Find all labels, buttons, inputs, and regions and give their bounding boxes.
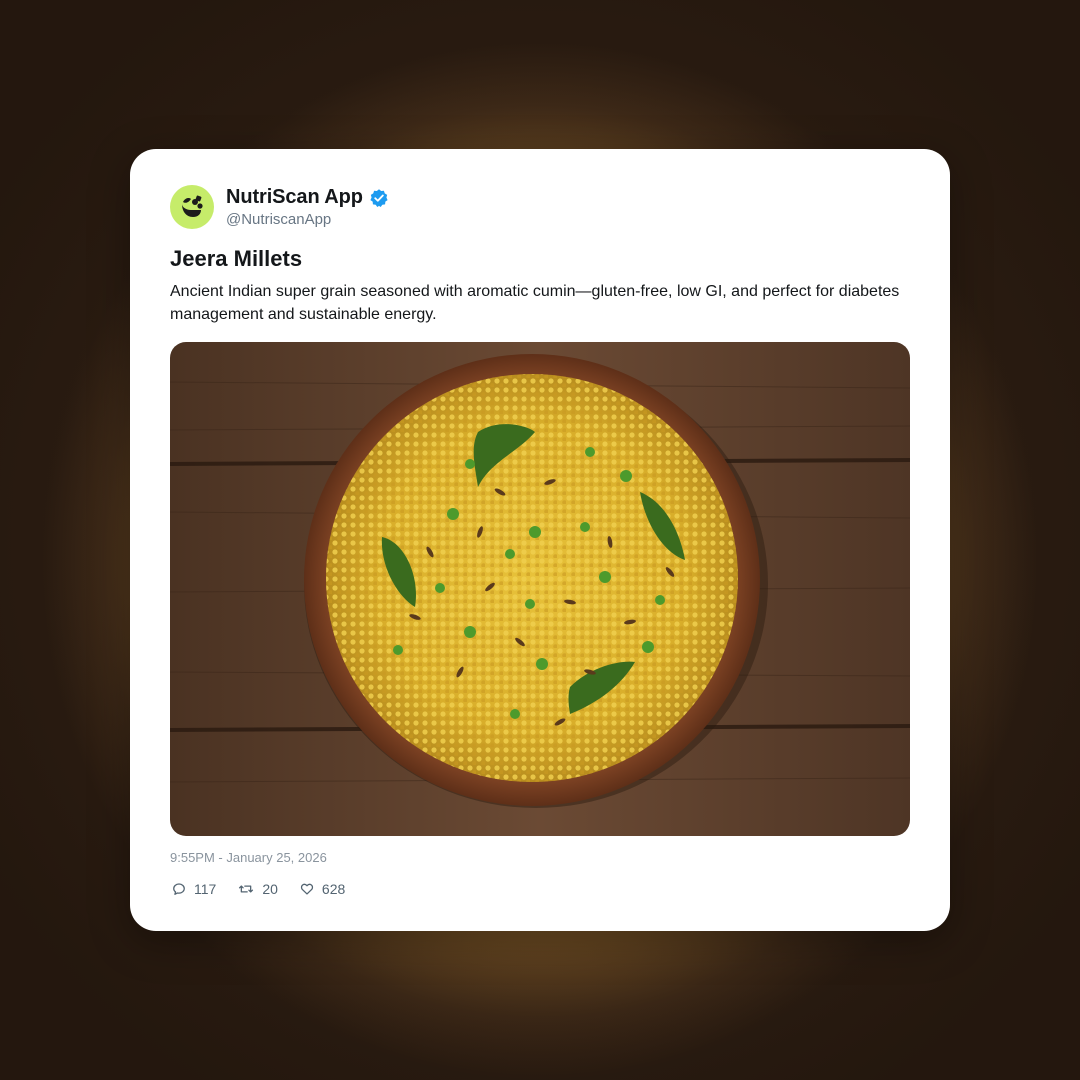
verified-badge-icon bbox=[370, 188, 388, 207]
like-count: 628 bbox=[321, 881, 346, 897]
reply-button[interactable]: 117 bbox=[172, 881, 216, 897]
millet-bowl-photo bbox=[170, 342, 910, 836]
like-icon bbox=[300, 883, 314, 895]
account-identity: NutriScan App @NutriscanApp bbox=[226, 186, 389, 228]
like-button[interactable]: 628 bbox=[300, 881, 345, 897]
post-description: Ancient Indian super grain seasoned with… bbox=[170, 283, 900, 323]
retweet-button[interactable]: 20 bbox=[238, 881, 278, 897]
post-title: Jeera Millets bbox=[170, 246, 303, 271]
reply-count: 117 bbox=[194, 881, 217, 897]
post-image[interactable] bbox=[170, 342, 910, 836]
avatar[interactable] bbox=[170, 185, 214, 229]
account-name[interactable]: NutriScan App bbox=[226, 186, 363, 209]
account-handle[interactable]: @NutriscanApp bbox=[226, 211, 389, 228]
retweet-icon bbox=[239, 885, 254, 893]
post-timestamp[interactable]: 9:55PM - January 25, 2026 bbox=[170, 850, 327, 865]
name-row: NutriScan App bbox=[226, 186, 389, 209]
post-actions: 117 20 628 bbox=[172, 881, 367, 897]
retweet-count: 20 bbox=[262, 881, 278, 897]
post-card: NutriScan App @NutriscanApp Jeera Millet… bbox=[130, 149, 950, 931]
leaf-logo-icon bbox=[182, 195, 203, 217]
reply-icon bbox=[173, 883, 185, 895]
post-header: NutriScan App @NutriscanApp bbox=[170, 184, 389, 230]
